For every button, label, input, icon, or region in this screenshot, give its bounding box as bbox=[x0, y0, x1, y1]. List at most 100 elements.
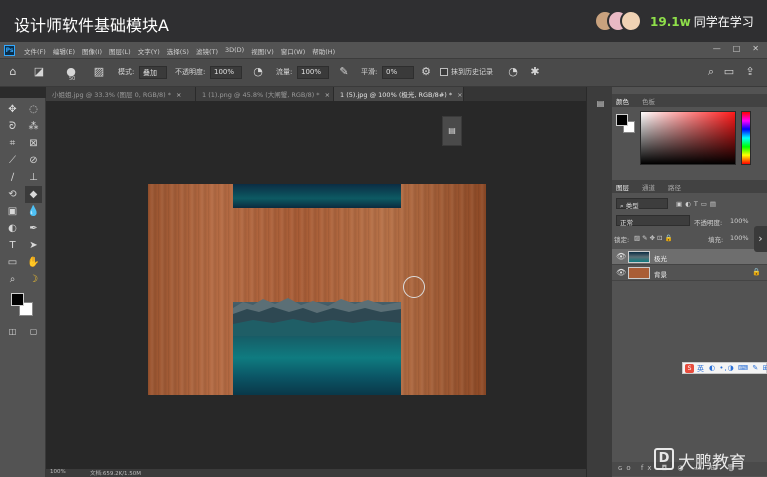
brush-size: 50 bbox=[69, 76, 76, 82]
viewer-number: 19.1w bbox=[650, 15, 691, 29]
eraser-tool-icon[interactable]: ◆ bbox=[25, 186, 42, 203]
photoshop-logo-icon: Ps bbox=[4, 45, 15, 56]
dodge-tool-icon[interactable]: ◐ bbox=[4, 220, 21, 237]
menu-image[interactable]: 图像(I) bbox=[82, 46, 102, 56]
layer-filter-select[interactable]: ⌕ 类型 bbox=[616, 198, 668, 210]
mode-label: 模式: bbox=[118, 68, 135, 76]
gear-icon[interactable]: ⚙ bbox=[419, 65, 433, 79]
close-icon[interactable]: × bbox=[457, 91, 462, 99]
history-panel-icon[interactable]: ▤ bbox=[592, 95, 609, 112]
close-icon[interactable]: × bbox=[176, 91, 181, 99]
chevron-right-icon[interactable]: › bbox=[754, 226, 767, 252]
rectangle-tool-icon[interactable]: ▭ bbox=[4, 254, 21, 271]
smoothing-input[interactable]: 0% bbox=[382, 66, 414, 79]
smoothing-label: 平滑: bbox=[361, 68, 378, 76]
eye-icon[interactable]: 👁 bbox=[616, 252, 626, 261]
ellipse-marquee-tool-icon[interactable]: ◌ bbox=[25, 101, 42, 118]
tab-document-3[interactable]: 1 (5).jpg @ 100% (极光, RGB/8#) * × bbox=[334, 87, 464, 101]
zoom-tool-icon[interactable]: ⌕ bbox=[4, 271, 21, 288]
clone-stamp-tool-icon[interactable]: ⊥ bbox=[25, 169, 42, 186]
layers-opacity-value[interactable]: 100% bbox=[730, 217, 749, 225]
tab-color[interactable]: 颜色 bbox=[616, 96, 629, 106]
menu-select[interactable]: 选择(S) bbox=[167, 46, 189, 56]
hue-slider[interactable] bbox=[741, 111, 751, 165]
workspace-icon[interactable]: ▭ bbox=[722, 65, 736, 79]
foreground-color-chip[interactable] bbox=[616, 114, 628, 126]
eyedropper-tool-icon[interactable]: ⟋ bbox=[4, 152, 21, 169]
foreground-color-swatch[interactable] bbox=[11, 293, 24, 306]
brush-panel-icon[interactable]: ▨ bbox=[92, 65, 106, 79]
magic-wand-tool-icon[interactable]: ⁂ bbox=[25, 118, 42, 135]
status-bar: 100% 文档:659.2K/1.50M bbox=[46, 469, 586, 477]
screen-mode-icon[interactable]: ▢ bbox=[25, 323, 42, 340]
menu-window[interactable]: 窗口(W) bbox=[281, 46, 306, 56]
menu-filter[interactable]: 滤镜(T) bbox=[196, 46, 218, 56]
menu-file[interactable]: 文件(F) bbox=[24, 46, 46, 56]
home-icon[interactable]: ⌂ bbox=[6, 65, 20, 79]
blend-mode-select[interactable]: 正常 bbox=[616, 215, 690, 227]
symmetry-icon[interactable]: ✱ bbox=[528, 65, 542, 79]
ime-toolbar[interactable]: S 英 ◐ •,◑ ⌨ ✎ ⊞ bbox=[682, 362, 767, 374]
watermark: D 大鹏教育 bbox=[654, 446, 766, 474]
mode-select[interactable]: 叠加 bbox=[139, 66, 167, 79]
tab-swatches[interactable]: 色板 bbox=[642, 96, 655, 106]
lasso-tool-icon[interactable]: ᘐ bbox=[4, 118, 21, 135]
tab-layers[interactable]: 图层 bbox=[616, 182, 629, 192]
mountain-reflection bbox=[233, 298, 401, 336]
menu-layer[interactable]: 图层(L) bbox=[109, 46, 131, 56]
frame-tool-icon[interactable]: ⊠ bbox=[25, 135, 42, 152]
layer-row[interactable]: 👁 极光 bbox=[612, 249, 767, 265]
filter-kind: 类型 bbox=[625, 202, 639, 210]
pen-tool-icon[interactable]: ✒ bbox=[25, 220, 42, 237]
banana-icon[interactable]: ☽ bbox=[25, 271, 42, 288]
color-picker-field[interactable] bbox=[640, 111, 736, 165]
ime-tools[interactable]: ◐ •,◑ ⌨ ✎ ⊞ bbox=[709, 364, 767, 372]
close-icon[interactable]: ✕ bbox=[752, 44, 759, 53]
document-tabs: 小姐姐.jpg @ 33.3% (图层 0, RGB/8) * × 1 (1).p… bbox=[46, 87, 586, 101]
close-icon[interactable]: × bbox=[325, 91, 330, 99]
layer-thumbnail bbox=[628, 251, 650, 263]
brush-tool-icon[interactable]: ∕ bbox=[4, 169, 21, 186]
flow-input[interactable]: 100% bbox=[297, 66, 329, 79]
layer-thumbnail bbox=[628, 267, 650, 279]
hand-tool-icon[interactable]: ✋ bbox=[25, 254, 42, 271]
gradient-tool-icon[interactable]: ▣ bbox=[4, 203, 21, 220]
minimize-icon[interactable]: — bbox=[713, 44, 721, 53]
crop-tool-icon[interactable]: ⌗ bbox=[4, 135, 21, 152]
menu-view[interactable]: 视图(V) bbox=[251, 46, 274, 56]
healing-brush-tool-icon[interactable]: ⊘ bbox=[25, 152, 42, 169]
layer-filter-icons[interactable]: ▣◐T▭▤ bbox=[676, 200, 719, 208]
share-icon[interactable]: ⇪ bbox=[743, 65, 757, 79]
opacity-input[interactable]: 100% bbox=[210, 66, 242, 79]
maximize-icon[interactable]: □ bbox=[733, 44, 741, 53]
eye-icon[interactable]: 👁 bbox=[616, 268, 626, 277]
erase-history-label: 抹到历史记录 bbox=[451, 68, 493, 76]
zoom-level[interactable]: 100% bbox=[50, 469, 66, 475]
menu-type[interactable]: 文字(Y) bbox=[138, 46, 160, 56]
menu-edit[interactable]: 编辑(E) bbox=[53, 46, 75, 56]
search-icon[interactable]: ⌕ bbox=[704, 65, 718, 79]
pressure-size-icon[interactable]: ◔ bbox=[506, 65, 520, 79]
pressure-opacity-icon[interactable]: ◔ bbox=[251, 65, 265, 79]
tab-document-2[interactable]: 1 (1).png @ 45.8% (大闸蟹, RGB/8) * × bbox=[196, 87, 334, 101]
menu-3d[interactable]: 3D(D) bbox=[225, 46, 244, 56]
watermark-text: 大鹏教育 bbox=[678, 453, 746, 473]
tab-channels[interactable]: 通道 bbox=[642, 182, 655, 192]
layer-row[interactable]: 👁 背景 🔒 bbox=[612, 265, 767, 281]
floating-properties-icon[interactable]: ▤ bbox=[442, 116, 462, 146]
lock-icons[interactable]: ▨✎✥⊡🔒 bbox=[634, 234, 675, 242]
fill-value[interactable]: 100% bbox=[730, 234, 749, 242]
path-selection-tool-icon[interactable]: ➤ bbox=[25, 237, 42, 254]
airbrush-icon[interactable]: ✎ bbox=[337, 65, 351, 79]
tab-paths[interactable]: 路径 bbox=[668, 182, 681, 192]
tab-document-1[interactable]: 小姐姐.jpg @ 33.3% (图层 0, RGB/8) * × bbox=[46, 87, 196, 101]
move-tool-icon[interactable]: ✥ bbox=[4, 101, 21, 118]
type-tool-icon[interactable]: T bbox=[4, 237, 21, 254]
quick-mask-icon[interactable]: ◫ bbox=[4, 323, 21, 340]
blur-tool-icon[interactable]: 💧 bbox=[25, 203, 42, 220]
history-brush-tool-icon[interactable]: ⟲ bbox=[4, 186, 21, 203]
ime-language[interactable]: 英 bbox=[697, 364, 704, 374]
erase-history-checkbox[interactable] bbox=[440, 68, 448, 76]
menu-help[interactable]: 帮助(H) bbox=[312, 46, 335, 56]
eraser-preset-icon[interactable]: ◪ bbox=[32, 65, 46, 79]
